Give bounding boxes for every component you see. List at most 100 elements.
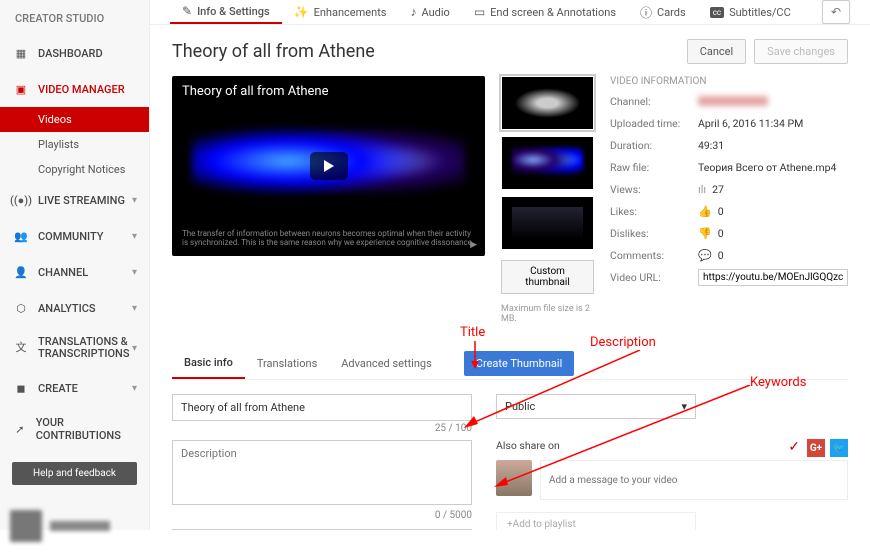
audio-icon: ♪ xyxy=(410,5,416,19)
info-label-channel: Channel: xyxy=(610,95,698,108)
youtube-icon: ▶ xyxy=(470,240,477,250)
info-label: Uploaded time: xyxy=(610,117,698,130)
info-views: 27 xyxy=(712,183,724,196)
nav-contributions[interactable]: ➚ YOUR CONTRIBUTIONS xyxy=(0,406,149,452)
create-icon: ◼ xyxy=(12,380,30,396)
nav-community[interactable]: 👥 COMMUNITY ▾ xyxy=(0,218,149,254)
cancel-button[interactable]: Cancel xyxy=(687,39,746,64)
info-rawfile: Теория Всего от Athene.mp4 xyxy=(698,161,836,174)
add-playlist-button[interactable]: +Add to playlist xyxy=(496,512,696,530)
chevron-down-icon: ▾ xyxy=(132,231,137,242)
wand-icon: ✨ xyxy=(294,5,309,19)
video-icon: ▣ xyxy=(12,81,30,97)
chevron-down-icon: ▾ xyxy=(132,195,137,206)
creator-studio-header: CREATOR STUDIO xyxy=(0,0,149,35)
tab-endscreen[interactable]: ▭ End screen & Annotations xyxy=(462,0,628,24)
tab-label: Info & Settings xyxy=(197,5,270,18)
sub-videos[interactable]: Videos xyxy=(0,107,149,132)
chevron-down-icon: ▾ xyxy=(132,303,137,314)
nav-label: COMMUNITY xyxy=(38,230,103,243)
nav-label: CHANNEL xyxy=(38,266,88,279)
info-label: Dislikes: xyxy=(610,227,698,240)
subtab-advanced[interactable]: Advanced settings xyxy=(329,349,444,378)
info-label: Duration: xyxy=(610,139,698,152)
save-button[interactable]: Save changes xyxy=(754,39,848,64)
contrib-icon: ➚ xyxy=(12,421,28,437)
player-title: Theory of all from Athene xyxy=(182,84,329,99)
info-uploaded: April 6, 2016 11:34 PM xyxy=(698,117,803,130)
nav-label: CREATE xyxy=(38,382,78,395)
channel-icon: 👤 xyxy=(12,264,30,280)
twitter-icon[interactable]: 🐦 xyxy=(830,439,848,457)
nav-dashboard[interactable]: ▦ DASHBOARD xyxy=(0,35,149,71)
cc-icon: cc xyxy=(710,7,724,18)
nav-label: LIVE STREAMING xyxy=(38,194,125,207)
info-label: Views: xyxy=(610,183,698,196)
page-title: Theory of all from Athene xyxy=(172,41,375,62)
info-label: Comments: xyxy=(610,249,698,262)
tab-subtitles[interactable]: cc Subtitles/CC xyxy=(698,0,803,24)
title-counter: 25 / 100 xyxy=(172,423,472,434)
nav-video-manager[interactable]: ▣ VIDEO MANAGER xyxy=(0,71,149,107)
description-textarea[interactable] xyxy=(172,440,472,505)
subtab-translations[interactable]: Translations xyxy=(245,349,329,378)
title-input[interactable] xyxy=(172,394,472,421)
channel-value-redacted xyxy=(698,96,768,106)
thumbnail-option-2[interactable] xyxy=(501,136,594,190)
nav-translations[interactable]: 文 TRANSLATIONS & TRANSCRIPTIONS ▾ xyxy=(0,326,149,370)
info-dislikes: 0 xyxy=(718,227,724,240)
chevron-down-icon: ▾ xyxy=(132,267,137,278)
nav-create[interactable]: ◼ CREATE ▾ xyxy=(0,370,149,406)
dashboard-icon: ▦ xyxy=(12,45,30,61)
chevron-down-icon: ▾ xyxy=(132,343,137,354)
sub-copyright[interactable]: Copyright Notices xyxy=(0,157,149,182)
tab-audio[interactable]: ♪Audio xyxy=(398,0,461,24)
avatar xyxy=(496,460,532,496)
pencil-icon: ✎ xyxy=(182,4,192,18)
nav-channel[interactable]: 👤 CHANNEL ▾ xyxy=(0,254,149,290)
chevron-down-icon: ▾ xyxy=(681,400,687,413)
info-label: Likes: xyxy=(610,205,698,218)
sub-playlists[interactable]: Playlists xyxy=(0,132,149,157)
subtab-basic-info[interactable]: Basic info xyxy=(172,348,245,379)
tab-cards[interactable]: ⓘ Cards xyxy=(628,0,698,24)
nav-label: VIDEO MANAGER xyxy=(38,83,125,96)
googleplus-icon[interactable]: G+ xyxy=(807,439,825,457)
thumbnail-option-3[interactable] xyxy=(501,196,594,250)
visibility-select[interactable]: Public▾ xyxy=(496,394,696,419)
dislike-icon: 👎 xyxy=(698,227,712,240)
create-thumbnail-button[interactable]: Create Thumbnail xyxy=(464,351,574,376)
play-icon[interactable] xyxy=(310,152,348,180)
tab-enhancements[interactable]: ✨ Enhancements xyxy=(282,0,399,24)
nav-label: TRANSLATIONS & TRANSCRIPTIONS xyxy=(38,336,130,360)
tab-label: Enhancements xyxy=(314,6,387,19)
player-caption: The transfer of information between neur… xyxy=(182,229,475,248)
user-block xyxy=(0,495,149,557)
translate-icon: 文 xyxy=(12,340,30,356)
thumbnail-option-1[interactable] xyxy=(501,76,594,130)
cards-icon: ⓘ xyxy=(640,4,652,21)
tab-info-settings[interactable]: ✎ Info & Settings xyxy=(170,0,282,24)
nav-label: ANALYTICS xyxy=(38,302,96,315)
info-label: Raw file: xyxy=(610,161,698,174)
info-likes: 0 xyxy=(718,205,724,218)
desc-counter: 0 / 5000 xyxy=(172,510,472,521)
tab-label: Subtitles/CC xyxy=(729,6,791,19)
tab-label: End screen & Annotations xyxy=(490,6,616,19)
analytics-icon: ⬡ xyxy=(12,300,30,316)
check-icon: ✓ xyxy=(788,439,800,457)
custom-thumbnail-button[interactable]: Custom thumbnail xyxy=(501,260,594,294)
annotation-title: Title xyxy=(460,325,485,340)
share-message-input[interactable] xyxy=(540,460,848,500)
video-url-input[interactable] xyxy=(698,269,848,286)
nav-label: YOUR CONTRIBUTIONS xyxy=(36,416,137,442)
back-button[interactable]: ↶ xyxy=(822,0,850,24)
comment-icon: 💬 xyxy=(698,249,712,262)
video-player[interactable]: Theory of all from Athene The transfer o… xyxy=(172,76,485,256)
nav-live[interactable]: ((●)) LIVE STREAMING ▾ xyxy=(0,182,149,218)
endscreen-icon: ▭ xyxy=(474,5,485,19)
nav-analytics[interactable]: ⬡ ANALYTICS ▾ xyxy=(0,290,149,326)
tab-label: Cards xyxy=(657,6,686,19)
help-feedback-button[interactable]: Help and feedback xyxy=(12,462,137,485)
video-information-header: VIDEO INFORMATION xyxy=(610,76,848,87)
